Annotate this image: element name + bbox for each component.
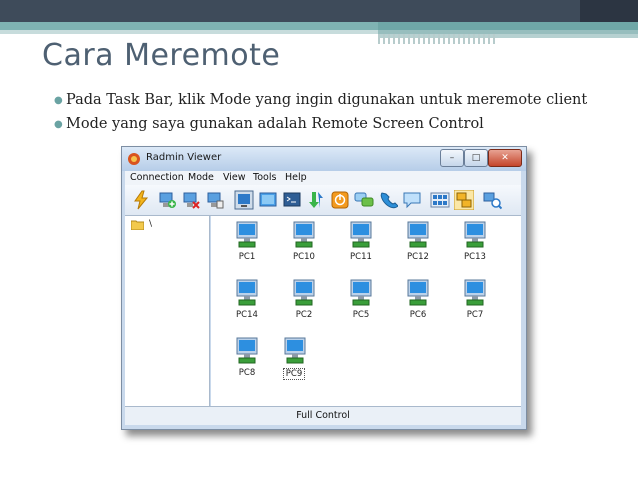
connect-icon[interactable] — [131, 190, 151, 210]
status-bar: Full Control — [125, 406, 521, 425]
maximize-icon: □ — [471, 153, 481, 163]
computer-icon — [293, 221, 315, 248]
bullet-icon: ● — [54, 95, 63, 106]
radmin-screenshot: Radmin Viewer – □ ✕ Connection Mode View… — [121, 146, 527, 430]
computer-icon — [464, 221, 486, 248]
slide-title: Cara Meremote — [42, 38, 281, 73]
menu-bar: Connection Mode View Tools Help — [125, 171, 521, 185]
view-only-mode-icon[interactable] — [258, 190, 278, 210]
computer-icon — [284, 337, 306, 364]
computer-item[interactable]: PC10 — [284, 220, 324, 264]
computer-label: PC8 — [238, 368, 256, 378]
slide-top-bar-dark — [580, 0, 638, 22]
computer-icon — [407, 279, 429, 306]
file-transfer-mode-icon[interactable] — [306, 190, 326, 210]
computer-list-pane: PC1 PC10 PC11 PC12 PC13 PC14 PC2 PC5 PC6… — [211, 216, 521, 406]
computer-label: PC6 — [409, 310, 427, 320]
text-message-mode-icon[interactable] — [402, 190, 422, 210]
minimize-button[interactable]: – — [440, 149, 464, 167]
computer-icon — [293, 279, 315, 306]
computer-item[interactable]: PC6 — [398, 278, 438, 322]
minimize-icon: – — [449, 153, 455, 163]
close-button[interactable]: ✕ — [488, 149, 522, 167]
computer-icon — [350, 221, 372, 248]
slide-top-bar — [0, 0, 638, 22]
telnet-mode-icon[interactable] — [282, 190, 302, 210]
slide-decor-stripes — [378, 34, 498, 44]
computer-label: PC12 — [407, 252, 429, 262]
computer-item[interactable]: PC1 — [227, 220, 267, 264]
menu-mode[interactable]: Mode — [188, 172, 214, 183]
computer-label: PC7 — [466, 310, 484, 320]
menu-view[interactable]: View — [223, 172, 246, 183]
menu-help[interactable]: Help — [285, 172, 307, 183]
computer-label: PC10 — [293, 252, 315, 262]
radmin-app-icon — [128, 153, 140, 165]
full-control-mode-icon[interactable] — [234, 190, 254, 210]
computer-item[interactable]: PC7 — [455, 278, 495, 322]
computer-icon — [236, 279, 258, 306]
menu-tools[interactable]: Tools — [253, 172, 276, 183]
computer-item[interactable]: PC14 — [227, 278, 267, 322]
computer-item[interactable]: PC13 — [455, 220, 495, 264]
computer-label: PC9 — [283, 368, 305, 380]
large-icons-view-icon[interactable] — [454, 190, 474, 210]
bullet-text: Pada Task Bar, klik Mode yang ingin digu… — [66, 92, 588, 108]
maximize-button[interactable]: □ — [464, 149, 488, 167]
add-connection-icon[interactable] — [157, 190, 177, 210]
voice-chat-mode-icon[interactable] — [378, 190, 398, 210]
computer-item[interactable]: PC5 — [341, 278, 381, 322]
bullet-item: ● Pada Task Bar, klik Mode yang ingin dig… — [54, 92, 588, 116]
computer-item[interactable]: PC2 — [284, 278, 324, 322]
computer-icon — [407, 221, 429, 248]
folder-icon — [131, 220, 144, 230]
slide-bullets: ● Pada Task Bar, klik Mode yang ingin dig… — [54, 92, 588, 140]
status-mode-text: Full Control — [296, 410, 350, 421]
close-icon: ✕ — [501, 153, 509, 163]
computer-label: PC13 — [464, 252, 486, 262]
computer-item-selected[interactable]: PC9 — [275, 336, 315, 380]
computer-item[interactable]: PC8 — [227, 336, 267, 380]
bullet-item: ● Mode yang saya gunakan adalah Remote Sc… — [54, 116, 587, 140]
window-title: Radmin Viewer — [146, 152, 222, 163]
shutdown-mode-icon[interactable] — [330, 190, 350, 210]
properties-icon[interactable] — [205, 190, 225, 210]
toolbar — [125, 185, 521, 252]
menu-connection[interactable]: Connection — [130, 172, 184, 183]
computer-label: PC1 — [238, 252, 256, 262]
computer-label: PC11 — [350, 252, 372, 262]
scan-network-icon[interactable] — [482, 190, 502, 210]
delete-connection-icon[interactable] — [181, 190, 201, 210]
computer-label: PC2 — [295, 310, 313, 320]
computer-icon — [236, 221, 258, 248]
computer-icon — [236, 337, 258, 364]
computer-item[interactable]: PC11 — [341, 220, 381, 264]
folder-tree-pane: \ — [125, 216, 210, 406]
bullet-icon: ● — [54, 119, 63, 130]
small-icons-view-icon[interactable] — [430, 190, 450, 210]
computer-label: PC5 — [352, 310, 370, 320]
computer-label: PC14 — [236, 310, 258, 320]
tree-root-label[interactable]: \ — [149, 219, 152, 229]
chat-mode-icon[interactable] — [354, 190, 374, 210]
computer-icon — [350, 279, 372, 306]
computer-icon — [464, 279, 486, 306]
bullet-text: Mode yang saya gunakan adalah Remote Scr… — [66, 116, 484, 132]
computer-item[interactable]: PC12 — [398, 220, 438, 264]
window-titlebar: Radmin Viewer – □ ✕ — [122, 147, 526, 171]
